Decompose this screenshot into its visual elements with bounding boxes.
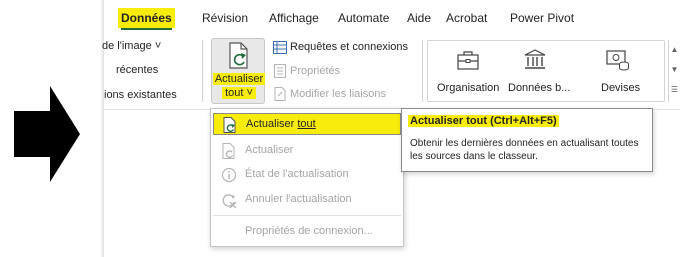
currency-icon — [606, 50, 629, 71]
tooltip-title: Actualiser tout (Ctrl+Alt+F5) — [408, 115, 559, 127]
menu-label-refresh: Actualiser — [245, 144, 294, 156]
bank-icon — [524, 49, 546, 69]
refresh-all-label-2: tout ˅ — [222, 87, 256, 99]
gallery-scroll-up-icon[interactable]: ▲ — [669, 40, 680, 60]
properties-button[interactable]: Propriétés — [290, 65, 340, 77]
group-separator — [202, 40, 203, 102]
ribbon-tabs: Données Révision Affichage Automate Aide… — [104, 0, 680, 34]
info-icon — [221, 167, 237, 183]
tooltip-description: Obtenir les dernières données en actuali… — [410, 138, 639, 162]
menu-label-refresh-status: État de l'actualisation — [245, 168, 349, 180]
briefcase-icon — [457, 51, 479, 70]
menu-label-refresh-all: Actualiser tout — [246, 118, 316, 130]
excel-window: Données Révision Affichage Automate Aide… — [100, 0, 680, 257]
menu-separator — [213, 215, 401, 216]
tab-donnees[interactable]: Données — [118, 8, 175, 30]
cancel-refresh-icon — [222, 194, 237, 208]
refresh-all-icon — [223, 117, 236, 133]
menu-item-refresh-status[interactable]: État de l'actualisation — [213, 164, 401, 186]
group-separator — [422, 40, 423, 102]
gallery-scroll: ▲ ▼ ☰ — [668, 40, 680, 102]
gallery-scroll-down-icon[interactable]: ▼ — [669, 60, 680, 80]
existing-connections-button[interactable]: ions existantes — [104, 89, 177, 101]
menu-item-refresh-all[interactable]: Actualiser tout — [213, 113, 401, 135]
properties-icon — [274, 64, 286, 78]
edit-links-icon — [274, 87, 286, 101]
refresh-icon — [222, 143, 235, 159]
gallery-more-icon[interactable]: ☰ — [669, 80, 680, 100]
edit-links-button[interactable]: Modifier les liaisons — [290, 88, 386, 100]
refresh-all-label-1: Actualiser — [213, 73, 265, 85]
tab-aide[interactable]: Aide — [407, 8, 431, 28]
menu-item-connection-properties[interactable]: Propriétés de connexion... — [213, 221, 401, 243]
recent-sources-button[interactable]: récentes — [116, 64, 158, 76]
menu-label-cancel-refresh: Annuler l'actualisation — [245, 193, 352, 205]
gallery-label-organisation: Organisation — [437, 82, 500, 94]
arrow-right-icon — [14, 86, 80, 182]
refresh-all-button[interactable]: Actualiser tout ˅ — [211, 38, 265, 104]
from-image-button[interactable]: de l'image ˅ — [102, 40, 161, 52]
refresh-all-dropdown: Actualiser tout Actualiser État de l'act… — [210, 108, 404, 247]
tab-automate[interactable]: Automate — [338, 8, 389, 28]
menu-item-refresh[interactable]: Actualiser — [213, 140, 401, 162]
gallery-label-currencies: Devises — [601, 82, 641, 94]
queries-icon — [273, 41, 287, 54]
gallery-label-financial-data: Données b... — [508, 82, 571, 94]
menu-label-connection-properties: Propriétés de connexion... — [245, 225, 373, 237]
queries-connections-button[interactable]: Requêtes et connexions — [290, 41, 408, 53]
tab-revision[interactable]: Révision — [202, 8, 248, 28]
tab-power-pivot[interactable]: Power Pivot — [510, 8, 574, 28]
refresh-all-icon — [229, 42, 248, 69]
tab-affichage[interactable]: Affichage — [269, 8, 319, 28]
menu-item-cancel-refresh[interactable]: Annuler l'actualisation — [213, 189, 401, 211]
refresh-all-tooltip: Actualiser tout (Ctrl+Alt+F5) Obtenir le… — [401, 108, 653, 172]
tab-acrobat[interactable]: Acrobat — [446, 8, 487, 28]
